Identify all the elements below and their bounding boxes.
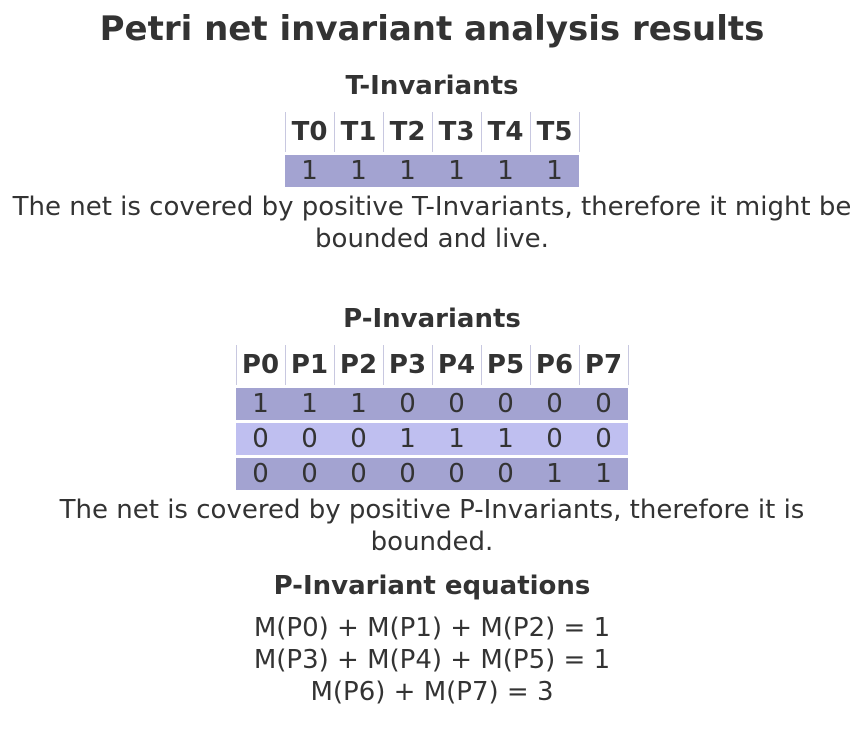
t-column-header: T1	[333, 112, 384, 154]
p-invariants-header-row: P0 P1 P2 P3 P4 P5 P6 P7	[235, 345, 629, 387]
p-invariant-cell: 0	[530, 420, 579, 457]
p-column-header: P7	[578, 345, 629, 387]
p-invariant-cell: 0	[481, 385, 530, 422]
p-invariant-cell: 1	[432, 420, 481, 457]
t-invariant-cell: 1	[530, 152, 579, 187]
p-invariant-cell: 1	[530, 455, 579, 490]
p-invariant-row: 0 0 0 1 1 1 0 0	[236, 420, 628, 457]
p-column-header: P1	[284, 345, 335, 387]
p-invariant-cell: 1	[285, 385, 334, 422]
p-invariants-table: P0 P1 P2 P3 P4 P5 P6 P7 1 1 1 0 0 0 0 0	[235, 345, 629, 490]
p-invariant-cell: 1	[334, 385, 383, 422]
p-column-header: P6	[529, 345, 580, 387]
p-column-header: P0	[235, 345, 286, 387]
p-invariant-cell: 0	[334, 455, 383, 490]
t-invariant-cell: 1	[481, 152, 530, 187]
invariant-equation: M(P3) + M(P4) + M(P5) = 1	[253, 645, 611, 675]
results-page: Petri net invariant analysis results T-I…	[0, 0, 864, 708]
t-column-header: T4	[480, 112, 531, 154]
p-invariant-cell: 1	[236, 385, 285, 422]
p-invariant-cell: 0	[285, 455, 334, 490]
t-invariant-cell: 1	[285, 152, 334, 187]
p-invariant-cell: 0	[334, 420, 383, 457]
p-invariant-cell: 0	[579, 420, 628, 457]
t-invariant-cell: 1	[334, 152, 383, 187]
p-invariant-cell: 0	[432, 455, 481, 490]
p-invariant-cell: 1	[383, 420, 432, 457]
t-column-header: T3	[431, 112, 482, 154]
invariant-equation: M(P0) + M(P1) + M(P2) = 1	[253, 613, 611, 643]
p-invariant-cell: 0	[285, 420, 334, 457]
p-invariant-cell: 0	[383, 385, 432, 422]
p-invariant-cell: 0	[236, 420, 285, 457]
p-column-header: P5	[480, 345, 531, 387]
p-invariant-cell: 0	[530, 385, 579, 422]
t-invariant-row: 1 1 1 1 1 1	[285, 152, 579, 187]
p-invariant-cell: 1	[579, 455, 628, 490]
invariant-equation: M(P6) + M(P7) = 3	[310, 677, 554, 707]
p-invariants-heading: P-Invariants	[343, 304, 521, 334]
t-invariants-table: T0 T1 T2 T3 T4 T5 1 1 1 1 1 1	[284, 112, 580, 187]
t-column-header: T0	[284, 112, 335, 154]
p-invariant-cell: 1	[481, 420, 530, 457]
p-column-header: P2	[333, 345, 384, 387]
p-invariant-cell: 0	[236, 455, 285, 490]
p-invariant-cell: 0	[481, 455, 530, 490]
t-invariant-cell: 1	[432, 152, 481, 187]
p-invariant-cell: 0	[432, 385, 481, 422]
t-invariants-header-row: T0 T1 T2 T3 T4 T5	[284, 112, 580, 154]
t-column-header: T5	[529, 112, 580, 154]
equations-heading: P-Invariant equations	[273, 571, 591, 601]
p-invariant-row: 0 0 0 0 0 0 1 1	[236, 455, 628, 490]
t-column-header: T2	[382, 112, 433, 154]
equations-list: M(P0) + M(P1) + M(P2) = 1 M(P3) + M(P4) …	[0, 612, 864, 708]
p-invariants-conclusion: The net is covered by positive P-Invaria…	[59, 495, 805, 557]
t-invariants-heading: T-Invariants	[345, 71, 519, 101]
p-invariant-row: 1 1 1 0 0 0 0 0	[236, 385, 628, 422]
p-invariant-cell: 0	[383, 455, 432, 490]
p-column-header: P3	[382, 345, 433, 387]
t-invariant-cell: 1	[383, 152, 432, 187]
p-invariant-cell: 0	[579, 385, 628, 422]
p-column-header: P4	[431, 345, 482, 387]
page-title: Petri net invariant analysis results	[99, 9, 765, 49]
t-invariants-conclusion: The net is covered by positive T-Invaria…	[12, 192, 852, 254]
